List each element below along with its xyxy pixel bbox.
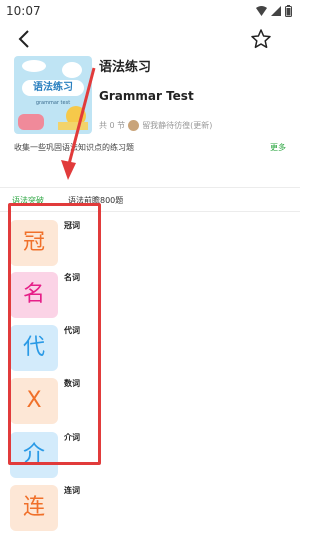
more-link[interactable]: 更多 bbox=[270, 142, 286, 153]
item-label: 连词 bbox=[64, 486, 80, 495]
book-cover: 语法练习 grammar test bbox=[14, 56, 92, 134]
divider bbox=[0, 187, 300, 188]
author-name[interactable]: 留我静待彷徨(更新) bbox=[142, 120, 212, 131]
author-avatar bbox=[128, 120, 140, 131]
section-count: 共 0 节 bbox=[99, 121, 126, 130]
book-title: 语法练习 bbox=[99, 60, 152, 75]
back-button[interactable] bbox=[14, 28, 36, 50]
list-item[interactable]: 连 连词 bbox=[0, 485, 300, 537]
char-glyph: 连 bbox=[22, 495, 45, 520]
signal-icon bbox=[271, 6, 281, 16]
cover-subtitle: grammar test bbox=[35, 100, 71, 106]
cover-title: 语法练习 bbox=[22, 80, 84, 96]
star-outline-icon bbox=[251, 29, 271, 49]
book-subtitle: Grammar Test bbox=[99, 89, 194, 103]
annotation-highlight-box bbox=[8, 203, 101, 465]
status-time: 10:07 bbox=[6, 4, 41, 18]
book-description: 收集一些巩固语法知识点的练习题 bbox=[14, 143, 134, 152]
book-meta: 共 0 节 留我静待彷徨(更新) bbox=[99, 120, 212, 131]
battery-icon bbox=[285, 5, 292, 17]
back-arrow-icon bbox=[18, 30, 29, 48]
favorite-button[interactable] bbox=[250, 28, 272, 50]
status-bar: 10:07 bbox=[0, 0, 300, 24]
char-tile: 连 bbox=[10, 485, 58, 531]
status-icons bbox=[256, 5, 292, 17]
wifi-icon bbox=[256, 6, 267, 16]
